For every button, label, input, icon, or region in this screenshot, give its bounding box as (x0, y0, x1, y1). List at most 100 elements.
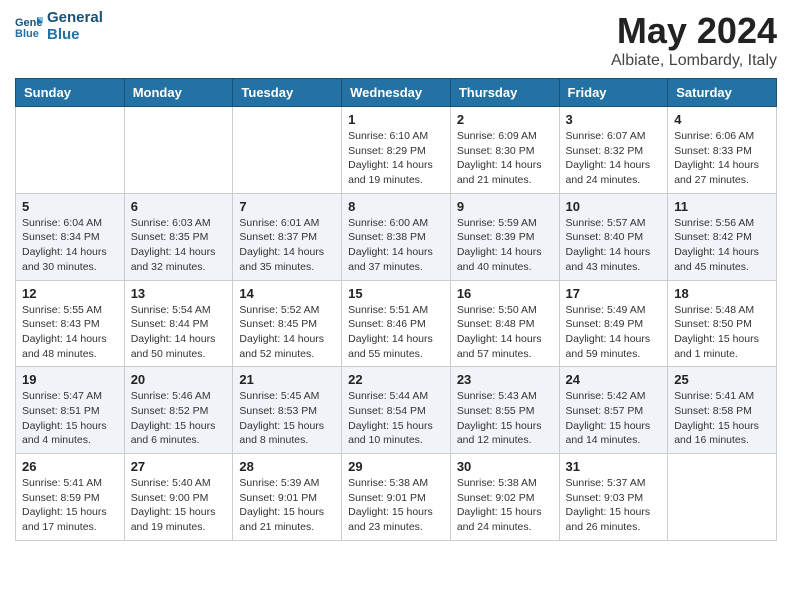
day-number: 10 (566, 199, 662, 214)
day-info: Sunrise: 6:01 AM Sunset: 8:37 PM Dayligh… (239, 216, 335, 275)
calendar-week-row: 12 Sunrise: 5:55 AM Sunset: 8:43 PM Dayli… (16, 280, 777, 367)
calendar-cell: 16Sunrise: 5:50 AM Sunset: 8:48 PM Dayli… (450, 280, 559, 367)
calendar-cell (16, 107, 125, 194)
day-number: 3 (566, 112, 662, 127)
calendar-cell: 9 Sunrise: 5:59 AM Sunset: 8:39 PM Daylig… (450, 193, 559, 280)
day-number: 12 (22, 286, 118, 301)
calendar-cell: 3 Sunrise: 6:07 AM Sunset: 8:32 PM Daylig… (559, 107, 668, 194)
calendar-week-row: 19 Sunrise: 5:47 AM Sunset: 8:51 PM Dayli… (16, 367, 777, 454)
month-year: May 2024 (611, 10, 777, 52)
weekday-header: Friday (559, 79, 668, 107)
weekday-header: Sunday (16, 79, 125, 107)
logo-line1: General (47, 10, 103, 27)
calendar-cell: 22 Sunrise: 5:44 AM Sunset: 8:54 PM Dayli… (342, 367, 451, 454)
calendar-header-row: SundayMondayTuesdayWednesdayThursdayFrid… (16, 79, 777, 107)
day-number: 22 (348, 372, 444, 387)
page: General Blue General Blue May 2024 Albia… (0, 0, 792, 551)
logo-line2: Blue (47, 27, 103, 44)
day-number: 26 (22, 459, 118, 474)
day-info: Sunrise: 5:43 AM Sunset: 8:55 PM Dayligh… (457, 389, 553, 448)
day-info: Sunrise: 5:54 AM Sunset: 8:44 PM Dayligh… (131, 303, 227, 362)
calendar-cell: 25Sunrise: 5:41 AM Sunset: 8:58 PM Dayli… (668, 367, 777, 454)
calendar-cell (668, 454, 777, 541)
calendar-cell: 5 Sunrise: 6:04 AM Sunset: 8:34 PM Daylig… (16, 193, 125, 280)
calendar-cell: 11 Sunrise: 5:56 AM Sunset: 8:42 PM Dayli… (668, 193, 777, 280)
day-number: 23 (457, 372, 553, 387)
day-number: 19 (22, 372, 118, 387)
calendar-cell: 19 Sunrise: 5:47 AM Sunset: 8:51 PM Dayli… (16, 367, 125, 454)
day-number: 4 (674, 112, 770, 127)
calendar-cell: 2 Sunrise: 6:09 AM Sunset: 8:30 PM Daylig… (450, 107, 559, 194)
calendar-week-row: 1 Sunrise: 6:10 AM Sunset: 8:29 PM Daylig… (16, 107, 777, 194)
calendar-cell: 23 Sunrise: 5:43 AM Sunset: 8:55 PM Dayli… (450, 367, 559, 454)
calendar-week-row: 26Sunrise: 5:41 AM Sunset: 8:59 PM Dayli… (16, 454, 777, 541)
day-info: Sunrise: 5:44 AM Sunset: 8:54 PM Dayligh… (348, 389, 444, 448)
day-info: Sunrise: 5:55 AM Sunset: 8:43 PM Dayligh… (22, 303, 118, 362)
day-number: 9 (457, 199, 553, 214)
day-number: 8 (348, 199, 444, 214)
calendar-cell: 12 Sunrise: 5:55 AM Sunset: 8:43 PM Dayli… (16, 280, 125, 367)
day-info: Sunrise: 5:40 AM Sunset: 9:00 PM Dayligh… (131, 476, 227, 535)
svg-text:Blue: Blue (15, 28, 39, 40)
day-number: 21 (239, 372, 335, 387)
day-number: 6 (131, 199, 227, 214)
calendar-cell: 21 Sunrise: 5:45 AM Sunset: 8:53 PM Dayli… (233, 367, 342, 454)
calendar-cell: 27 Sunrise: 5:40 AM Sunset: 9:00 PM Dayli… (124, 454, 233, 541)
day-info: Sunrise: 6:09 AM Sunset: 8:30 PM Dayligh… (457, 129, 553, 188)
day-number: 28 (239, 459, 335, 474)
calendar-cell: 17 Sunrise: 5:49 AM Sunset: 8:49 PM Dayli… (559, 280, 668, 367)
calendar-cell: 18 Sunrise: 5:48 AM Sunset: 8:50 PM Dayli… (668, 280, 777, 367)
calendar-cell: 13 Sunrise: 5:54 AM Sunset: 8:44 PM Dayli… (124, 280, 233, 367)
day-info: Sunrise: 6:03 AM Sunset: 8:35 PM Dayligh… (131, 216, 227, 275)
day-info: Sunrise: 5:59 AM Sunset: 8:39 PM Dayligh… (457, 216, 553, 275)
title-block: May 2024 Albiate, Lombardy, Italy (611, 10, 777, 70)
location: Albiate, Lombardy, Italy (611, 52, 777, 70)
day-number: 1 (348, 112, 444, 127)
day-number: 18 (674, 286, 770, 301)
calendar-cell: 26Sunrise: 5:41 AM Sunset: 8:59 PM Dayli… (16, 454, 125, 541)
calendar-cell: 7 Sunrise: 6:01 AM Sunset: 8:37 PM Daylig… (233, 193, 342, 280)
calendar-cell: 24Sunrise: 5:42 AM Sunset: 8:57 PM Dayli… (559, 367, 668, 454)
day-info: Sunrise: 5:47 AM Sunset: 8:51 PM Dayligh… (22, 389, 118, 448)
header: General Blue General Blue May 2024 Albia… (15, 10, 777, 70)
day-info: Sunrise: 5:45 AM Sunset: 8:53 PM Dayligh… (239, 389, 335, 448)
day-info: Sunrise: 5:38 AM Sunset: 9:02 PM Dayligh… (457, 476, 553, 535)
day-info: Sunrise: 5:37 AM Sunset: 9:03 PM Dayligh… (566, 476, 662, 535)
day-number: 27 (131, 459, 227, 474)
day-number: 11 (674, 199, 770, 214)
calendar-cell: 8Sunrise: 6:00 AM Sunset: 8:38 PM Daylig… (342, 193, 451, 280)
day-number: 25 (674, 372, 770, 387)
day-number: 24 (566, 372, 662, 387)
day-number: 15 (348, 286, 444, 301)
day-info: Sunrise: 5:51 AM Sunset: 8:46 PM Dayligh… (348, 303, 444, 362)
calendar-cell (124, 107, 233, 194)
day-number: 2 (457, 112, 553, 127)
day-number: 7 (239, 199, 335, 214)
calendar-cell: 30 Sunrise: 5:38 AM Sunset: 9:02 PM Dayli… (450, 454, 559, 541)
calendar: SundayMondayTuesdayWednesdayThursdayFrid… (15, 78, 777, 541)
day-info: Sunrise: 5:39 AM Sunset: 9:01 PM Dayligh… (239, 476, 335, 535)
day-info: Sunrise: 5:48 AM Sunset: 8:50 PM Dayligh… (674, 303, 770, 362)
day-number: 31 (566, 459, 662, 474)
day-info: Sunrise: 6:10 AM Sunset: 8:29 PM Dayligh… (348, 129, 444, 188)
day-number: 14 (239, 286, 335, 301)
day-info: Sunrise: 6:04 AM Sunset: 8:34 PM Dayligh… (22, 216, 118, 275)
weekday-header: Tuesday (233, 79, 342, 107)
day-number: 13 (131, 286, 227, 301)
calendar-cell: 6 Sunrise: 6:03 AM Sunset: 8:35 PM Daylig… (124, 193, 233, 280)
day-info: Sunrise: 5:57 AM Sunset: 8:40 PM Dayligh… (566, 216, 662, 275)
day-number: 5 (22, 199, 118, 214)
calendar-cell: 14 Sunrise: 5:52 AM Sunset: 8:45 PM Dayli… (233, 280, 342, 367)
day-number: 30 (457, 459, 553, 474)
logo-icon: General Blue (15, 13, 43, 41)
day-info: Sunrise: 6:07 AM Sunset: 8:32 PM Dayligh… (566, 129, 662, 188)
weekday-header: Wednesday (342, 79, 451, 107)
calendar-cell: 1 Sunrise: 6:10 AM Sunset: 8:29 PM Daylig… (342, 107, 451, 194)
weekday-header: Monday (124, 79, 233, 107)
day-info: Sunrise: 5:56 AM Sunset: 8:42 PM Dayligh… (674, 216, 770, 275)
day-info: Sunrise: 5:52 AM Sunset: 8:45 PM Dayligh… (239, 303, 335, 362)
day-info: Sunrise: 5:46 AM Sunset: 8:52 PM Dayligh… (131, 389, 227, 448)
day-number: 17 (566, 286, 662, 301)
day-info: Sunrise: 5:50 AM Sunset: 8:48 PM Dayligh… (457, 303, 553, 362)
day-info: Sunrise: 5:49 AM Sunset: 8:49 PM Dayligh… (566, 303, 662, 362)
